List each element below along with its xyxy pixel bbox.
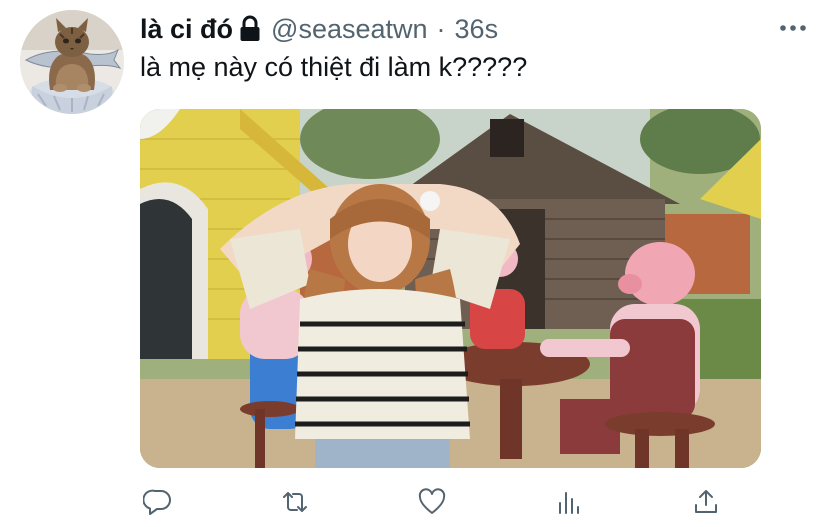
avatar[interactable] [20, 10, 124, 114]
avatar-image [20, 10, 124, 114]
share-button[interactable] [688, 484, 724, 520]
display-name[interactable]: là ci đó [140, 14, 233, 45]
tweet-photo [140, 109, 761, 468]
retweet-button[interactable] [277, 484, 313, 520]
more-icon[interactable] [778, 18, 808, 38]
reply-button[interactable] [140, 484, 176, 520]
analytics-icon [559, 492, 579, 514]
like-icon [418, 488, 446, 514]
tweet-text: là mẹ này có thiệt đi làm k????? [140, 52, 528, 82]
retweet-icon [283, 492, 307, 512]
analytics-button[interactable] [551, 484, 587, 520]
tweet-timestamp[interactable]: 36s [455, 14, 499, 45]
like-button[interactable] [414, 484, 450, 520]
lock-icon [239, 15, 261, 43]
share-icon [695, 490, 717, 513]
tweet-header: là ci đó @seaseatwn · 36s [140, 12, 808, 46]
tweet-actions [140, 484, 730, 520]
user-handle[interactable]: @seaseatwn [271, 14, 428, 45]
tweet-media[interactable] [140, 109, 761, 468]
reply-icon [143, 489, 171, 515]
tweet: là ci đó @seaseatwn · 36s là mẹ này có t… [0, 0, 828, 527]
separator-dot: · [436, 13, 446, 44]
